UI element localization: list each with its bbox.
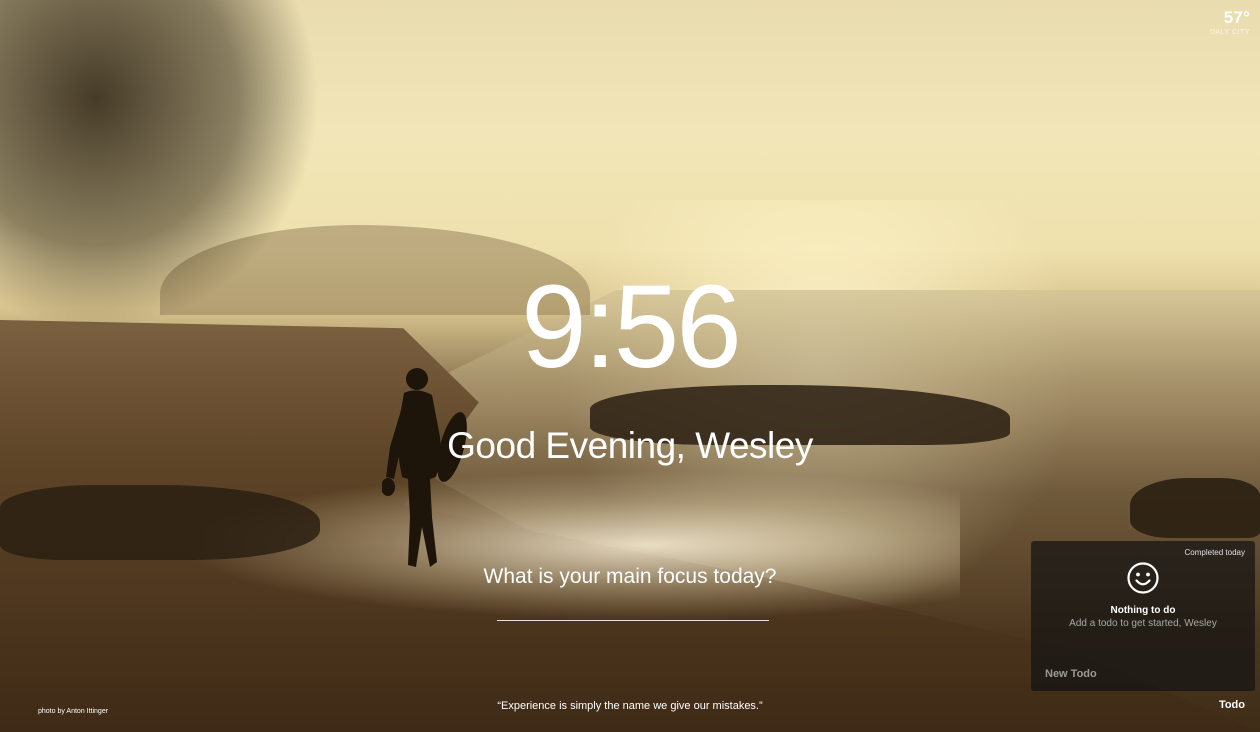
- todo-completed-filter[interactable]: Completed today: [1185, 548, 1245, 557]
- photo-credit[interactable]: photo by Anton Ittinger: [38, 708, 108, 715]
- walker-silhouette: [382, 368, 467, 567]
- todo-panel: Completed today Nothing to do Add a todo…: [1031, 541, 1255, 691]
- greeting: Good Evening, Wesley: [447, 425, 813, 466]
- rocks-right: [1130, 478, 1260, 538]
- rocks-left: [0, 485, 320, 560]
- weather-location: DALY CITY: [1209, 29, 1250, 36]
- smiley-icon: [1127, 562, 1159, 594]
- new-todo-input[interactable]: [1043, 665, 1247, 683]
- todo-empty-title: Nothing to do: [1110, 605, 1176, 616]
- weather-temperature: 57°: [1223, 8, 1250, 27]
- dashboard: 57° DALY CITY 9:56 Good Evening, Wesley …: [0, 0, 1260, 732]
- todo-empty-subtitle: Add a todo to get started, Wesley: [1069, 618, 1217, 629]
- clock: 9:56: [521, 261, 742, 393]
- quote[interactable]: “Experience is simply the name we give o…: [0, 700, 1260, 712]
- focus-input[interactable]: [497, 600, 769, 621]
- weather-widget[interactable]: 57° DALY CITY: [1210, 8, 1250, 36]
- todo-toggle-button[interactable]: Todo: [1219, 699, 1245, 711]
